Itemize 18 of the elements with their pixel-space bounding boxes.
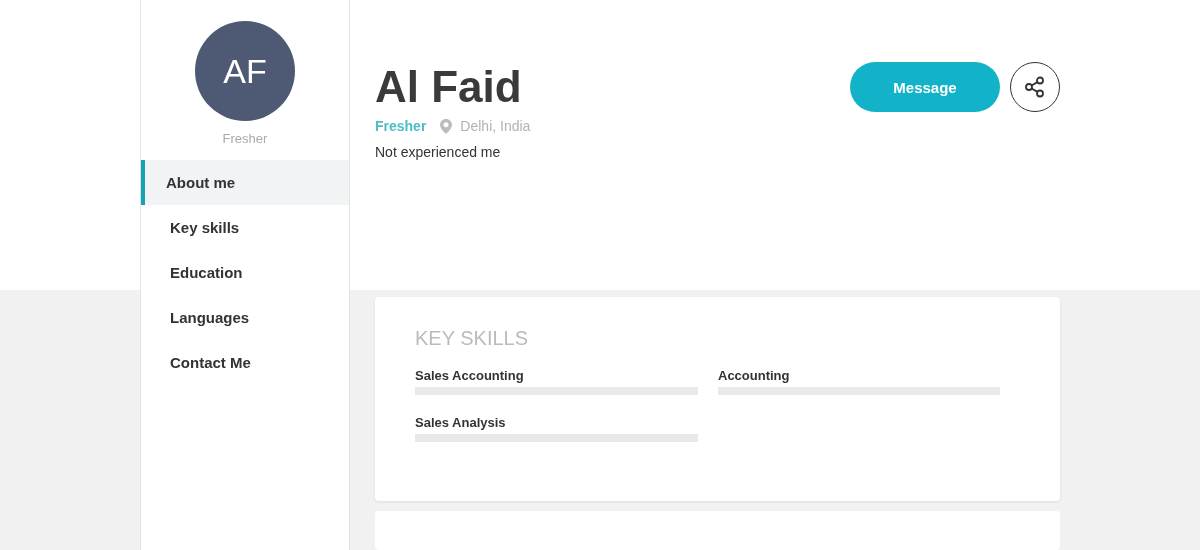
profile-location: Delhi, India (460, 118, 531, 134)
avatar-caption: Fresher (222, 131, 268, 146)
sidebar-item[interactable]: Languages (141, 295, 349, 340)
share-icon (1023, 75, 1047, 99)
profile-name: Al Faid (375, 62, 523, 112)
sidebar-item[interactable]: Contact Me (141, 340, 349, 385)
avatar-circle: AF (195, 21, 295, 121)
sidebar-item[interactable]: About me (141, 160, 349, 205)
skill-name: Sales Analysis (415, 415, 507, 431)
profile-status: Fresher (375, 118, 427, 134)
sidebar-item[interactable]: Key skills (141, 205, 349, 250)
skill-name: Accounting (718, 368, 791, 384)
section-title: KEY SKILLS (415, 327, 530, 351)
profile-bio: Not experienced me (375, 144, 502, 160)
skill-name: Sales Accounting (415, 368, 525, 384)
share-button[interactable] (1010, 62, 1060, 112)
sidebar-item[interactable]: Education (141, 250, 349, 295)
location-pin-icon (440, 118, 453, 134)
